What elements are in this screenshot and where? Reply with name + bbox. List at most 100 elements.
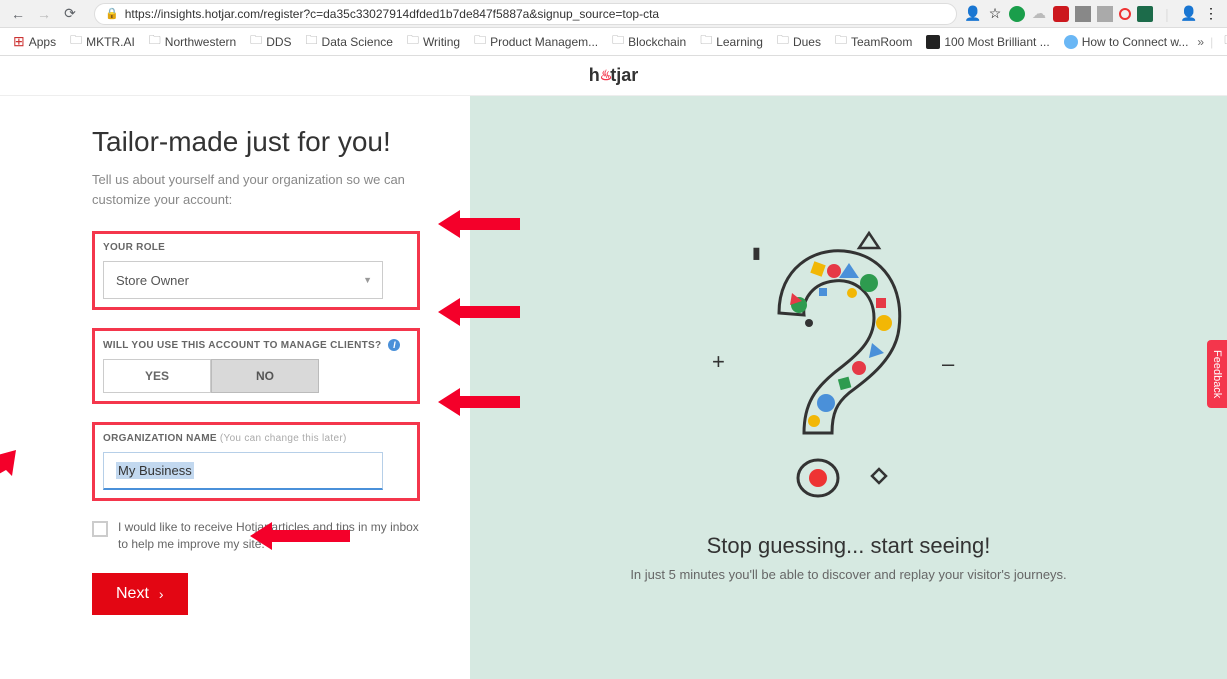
org-name-input[interactable]: My Business: [103, 452, 383, 490]
incognito-icon[interactable]: 👤: [965, 6, 981, 22]
chevron-down-icon: ▼: [363, 275, 372, 285]
page-icon: [1064, 35, 1078, 49]
extension-icon[interactable]: [1009, 6, 1025, 22]
bookmark-label: Product Managem...: [490, 35, 598, 49]
bookmarks-bar: ⊞ Apps 🗀 MKTR.AI 🗀 Northwestern 🗀 DDS 🗀 Data…: [0, 28, 1227, 56]
svg-text:▮: ▮: [752, 245, 761, 262]
org-name-group: ORGANIZATION NAME (You can change this l…: [92, 422, 420, 501]
extension-icon[interactable]: ☁: [1031, 6, 1047, 22]
newsletter-checkbox[interactable]: [92, 521, 108, 537]
bookmark-item[interactable]: 🗀 Data Science: [301, 28, 398, 55]
folder-icon: 🗀: [70, 31, 82, 52]
bookmark-label: Blockchain: [628, 35, 686, 49]
bookmark-label: Data Science: [322, 35, 393, 49]
page-icon: [926, 35, 940, 49]
info-icon[interactable]: i: [388, 339, 400, 351]
bookmark-item[interactable]: 🗀 Northwestern: [144, 28, 241, 55]
bookmark-item[interactable]: 🗀 Dues: [772, 28, 826, 55]
forward-button[interactable]: →: [34, 4, 54, 24]
extension-icon[interactable]: [1075, 6, 1091, 22]
bookmark-item[interactable]: 🗀 DDS: [245, 28, 296, 55]
bookmark-item[interactable]: 🗀 Learning: [695, 28, 768, 55]
bookmark-apps[interactable]: ⊞ Apps: [8, 30, 61, 53]
menu-icon[interactable]: ⋮: [1203, 6, 1219, 22]
yes-button[interactable]: YES: [103, 359, 211, 393]
bookmark-label: MKTR.AI: [86, 35, 135, 49]
bookmark-label: Northwestern: [165, 35, 236, 49]
newsletter-label: I would like to receive Hotjar articles …: [118, 519, 420, 553]
manage-clients-group: WILL YOU USE THIS ACCOUNT TO MANAGE CLIE…: [92, 328, 420, 404]
form-panel: Tailor-made just for you! Tell us about …: [0, 96, 470, 679]
toggle-group: YES NO: [103, 359, 409, 393]
form-subtitle: Tell us about yourself and your organiza…: [92, 170, 420, 209]
bookmark-label: How to Connect w...: [1082, 35, 1189, 49]
bookmark-label: Learning: [716, 35, 763, 49]
bookmark-label: Apps: [29, 35, 56, 49]
profile-icon[interactable]: 👤: [1181, 6, 1197, 22]
newsletter-row: I would like to receive Hotjar articles …: [92, 519, 420, 553]
extension-icon[interactable]: [1097, 6, 1113, 22]
feedback-tab[interactable]: Feedback: [1207, 340, 1227, 408]
address-bar[interactable]: 🔒 https://insights.hotjar.com/register?c…: [94, 3, 957, 25]
role-select[interactable]: Store Owner ▼: [103, 261, 383, 299]
app-header: h♨tjar: [0, 56, 1227, 96]
browser-top-bar: ← → ⟳ 🔒 https://insights.hotjar.com/regi…: [0, 0, 1227, 28]
apps-icon: ⊞: [13, 33, 25, 50]
bookmark-item[interactable]: 100 Most Brilliant ...: [921, 32, 1054, 52]
role-group: YOUR ROLE Store Owner ▼: [92, 231, 420, 310]
extension-icon[interactable]: [1137, 6, 1153, 22]
bookmark-item[interactable]: 🗀 Writing: [402, 28, 465, 55]
star-icon[interactable]: ☆: [987, 6, 1003, 22]
org-name-label: ORGANIZATION NAME (You can change this l…: [103, 433, 409, 444]
next-label: Next: [116, 585, 149, 603]
org-name-hint: (You can change this later): [220, 433, 347, 444]
manage-clients-label: WILL YOU USE THIS ACCOUNT TO MANAGE CLIE…: [103, 339, 409, 351]
bookmark-label: 100 Most Brilliant ...: [944, 35, 1049, 49]
bookmark-item[interactable]: 🗀 Product Managem...: [469, 28, 603, 55]
role-selected-value: Store Owner: [116, 273, 189, 288]
folder-icon: 🗀: [306, 31, 318, 52]
extension-icon[interactable]: [1053, 6, 1069, 22]
form-title: Tailor-made just for you!: [92, 126, 420, 158]
next-button[interactable]: Next ›: [92, 573, 188, 615]
divider: |: [1159, 6, 1175, 22]
svg-text:+: +: [712, 349, 725, 374]
browser-actions: 👤 ☆ ☁ | 👤 ⋮: [965, 6, 1219, 22]
right-title: Stop guessing... start seeing!: [707, 533, 991, 559]
extension-icon[interactable]: [1119, 8, 1131, 20]
bookmark-label: Dues: [793, 35, 821, 49]
folder-icon: 🗀: [149, 31, 161, 52]
right-subtitle: In just 5 minutes you'll be able to disc…: [630, 567, 1066, 582]
svg-text:–: –: [942, 351, 955, 376]
bookmark-label: DDS: [266, 35, 291, 49]
folder-icon: 🗀: [612, 31, 624, 52]
folder-icon: 🗀: [835, 31, 847, 52]
url-text: https://insights.hotjar.com/register?c=d…: [125, 7, 659, 21]
folder-icon: 🗀: [407, 31, 419, 52]
reload-button[interactable]: ⟳: [60, 4, 80, 24]
hotjar-logo: h♨tjar: [589, 65, 639, 86]
main-container: Tailor-made just for you! Tell us about …: [0, 96, 1227, 679]
divider: |: [1210, 35, 1213, 49]
illustration-panel: ▮ + –: [470, 96, 1227, 679]
chevron-right-icon: ›: [159, 586, 164, 602]
folder-icon: 🗀: [474, 31, 486, 52]
folder-icon: 🗀: [250, 31, 262, 52]
role-label: YOUR ROLE: [103, 242, 409, 253]
no-button[interactable]: NO: [211, 359, 319, 393]
bookmark-label: Writing: [423, 35, 460, 49]
bookmark-item[interactable]: 🗀 TeamRoom: [830, 28, 917, 55]
bookmark-item[interactable]: 🗀 MKTR.AI: [65, 28, 140, 55]
lock-icon: 🔒: [105, 7, 119, 20]
annotation-arrow: [0, 450, 16, 500]
question-mark-illustration: ▮ + –: [704, 193, 994, 513]
folder-icon: 🗀: [700, 31, 712, 52]
back-button[interactable]: ←: [8, 4, 28, 24]
bookmarks-overflow[interactable]: »: [1197, 35, 1204, 49]
bookmark-item[interactable]: 🗀 Blockchain: [607, 28, 691, 55]
bookmark-label: TeamRoom: [851, 35, 912, 49]
folder-icon: 🗀: [777, 31, 789, 52]
bookmark-item[interactable]: How to Connect w...: [1059, 32, 1194, 52]
org-name-value: My Business: [116, 462, 194, 479]
other-bookmarks[interactable]: 🗀Other Bookmarks: [1219, 28, 1227, 55]
